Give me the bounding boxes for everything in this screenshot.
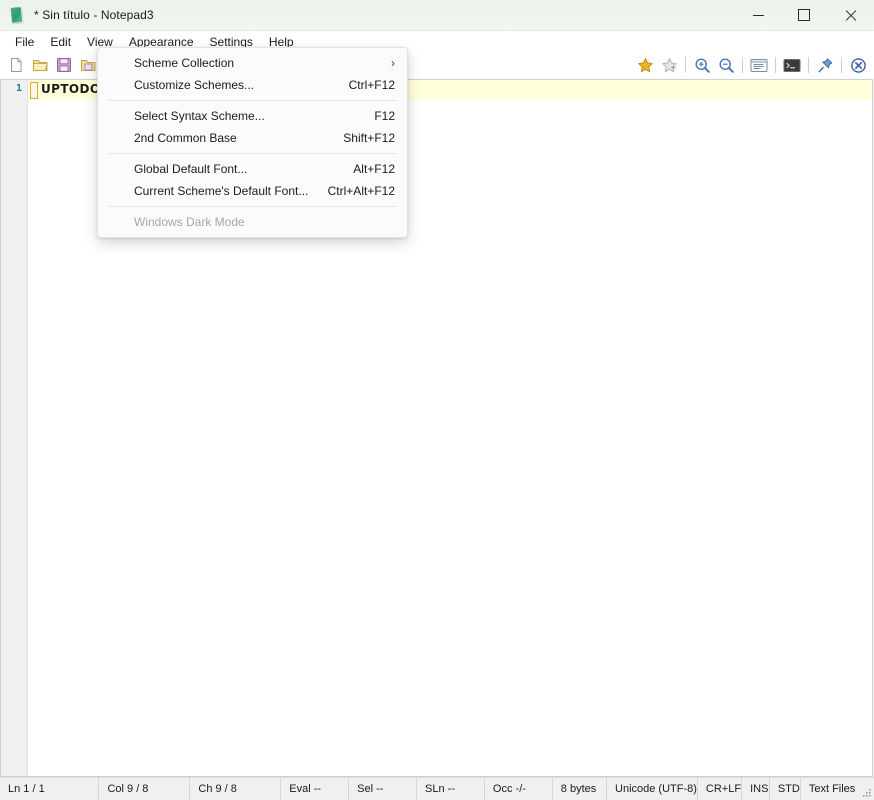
menu-item-label: Windows Dark Mode (134, 215, 245, 229)
favorite-star-icon[interactable] (633, 54, 657, 76)
console-icon[interactable] (780, 54, 804, 76)
menu-item-scheme-collection[interactable]: Scheme Collection › (98, 52, 407, 74)
close-document-icon[interactable] (846, 54, 870, 76)
menu-item-windows-dark-mode: Windows Dark Mode (98, 211, 407, 233)
maximize-button[interactable] (781, 0, 827, 30)
line-indicator[interactable]: Ln 1 / 1 (0, 778, 100, 800)
menu-item-shortcut: Alt+F12 (353, 162, 395, 176)
toolbar-separator (808, 57, 809, 73)
toolbar-separator (742, 57, 743, 73)
encoding-indicator[interactable]: Unicode (UTF-8) (607, 778, 698, 800)
column-indicator[interactable]: Col 9 / 8 (99, 778, 191, 800)
menu-file[interactable]: File (7, 33, 42, 51)
menu-item-select-syntax-scheme[interactable]: Select Syntax Scheme... F12 (98, 105, 407, 127)
menu-item-shortcut: Ctrl+F12 (348, 78, 395, 92)
zoom-out-icon[interactable] (714, 54, 738, 76)
resize-grip-icon[interactable] (862, 778, 874, 800)
appearance-dropdown-menu: Scheme Collection › Customize Schemes...… (97, 47, 408, 238)
menu-item-shortcut: F12 (374, 109, 395, 123)
menu-item-2nd-common-base[interactable]: 2nd Common Base Shift+F12 (98, 127, 407, 149)
status-bar: Ln 1 / 1 Col 9 / 8 Ch 9 / 8 Eval -- Sel … (0, 777, 874, 800)
toolbar-separator (841, 57, 842, 73)
menu-item-label: Current Scheme's Default Font... (134, 184, 309, 198)
bookmark-margin[interactable] (28, 80, 37, 776)
eol-indicator[interactable]: CR+LF (698, 778, 743, 800)
chevron-right-icon: › (391, 56, 395, 70)
menu-item-label: Global Default Font... (134, 162, 248, 176)
menu-item-label: Scheme Collection (134, 56, 235, 70)
menu-item-shortcut: Shift+F12 (343, 131, 395, 145)
notepad-icon (9, 7, 25, 25)
menu-separator (108, 100, 397, 101)
filetype-indicator[interactable]: Text Files (801, 778, 862, 800)
close-button[interactable] (827, 0, 874, 30)
add-favorite-star-icon[interactable] (657, 54, 681, 76)
open-file-icon[interactable] (28, 54, 52, 76)
window-title: * Sin título - Notepad3 (34, 8, 154, 22)
eval-indicator[interactable]: Eval -- (281, 778, 350, 800)
menu-item-current-scheme-default-font[interactable]: Current Scheme's Default Font... Ctrl+Al… (98, 180, 407, 202)
title-bar[interactable]: * Sin título - Notepad3 (0, 0, 874, 31)
selection-indicator[interactable]: Sel -- (349, 778, 418, 800)
window-controls (735, 0, 874, 30)
menu-separator (108, 206, 397, 207)
menu-separator (108, 153, 397, 154)
zoom-in-icon[interactable] (690, 54, 714, 76)
toolbar-separator (775, 57, 776, 73)
line-number: 1 (15, 83, 22, 94)
caret-marker-icon (30, 82, 38, 99)
menu-item-label: Select Syntax Scheme... (134, 109, 265, 123)
selected-lines-indicator[interactable]: SLn -- (417, 778, 485, 800)
always-on-top-pin-icon[interactable] (813, 54, 837, 76)
toolbar-separator (685, 57, 686, 73)
menu-item-customize-schemes[interactable]: Customize Schemes... Ctrl+F12 (98, 74, 407, 96)
menu-item-global-default-font[interactable]: Global Default Font... Alt+F12 (98, 158, 407, 180)
filesize-indicator[interactable]: 8 bytes (553, 778, 608, 800)
menu-item-label: Customize Schemes... (134, 78, 255, 92)
save-file-icon[interactable] (52, 54, 76, 76)
word-wrap-icon[interactable] (747, 54, 771, 76)
line-number-gutter[interactable]: 1 (1, 80, 28, 776)
insert-mode-indicator[interactable]: INS (742, 778, 770, 800)
std-mode-indicator[interactable]: STD (770, 778, 801, 800)
menu-edit[interactable]: Edit (42, 33, 79, 51)
char-indicator[interactable]: Ch 9 / 8 (190, 778, 282, 800)
minimize-button[interactable] (735, 0, 781, 30)
new-file-icon[interactable] (4, 54, 28, 76)
menu-item-shortcut: Ctrl+Alt+F12 (327, 184, 395, 198)
occurrences-indicator[interactable]: Occ -/- (485, 778, 553, 800)
notepad3-window: * Sin título - Notepad3 File Edit View A… (0, 0, 874, 800)
menu-item-label: 2nd Common Base (134, 131, 237, 145)
